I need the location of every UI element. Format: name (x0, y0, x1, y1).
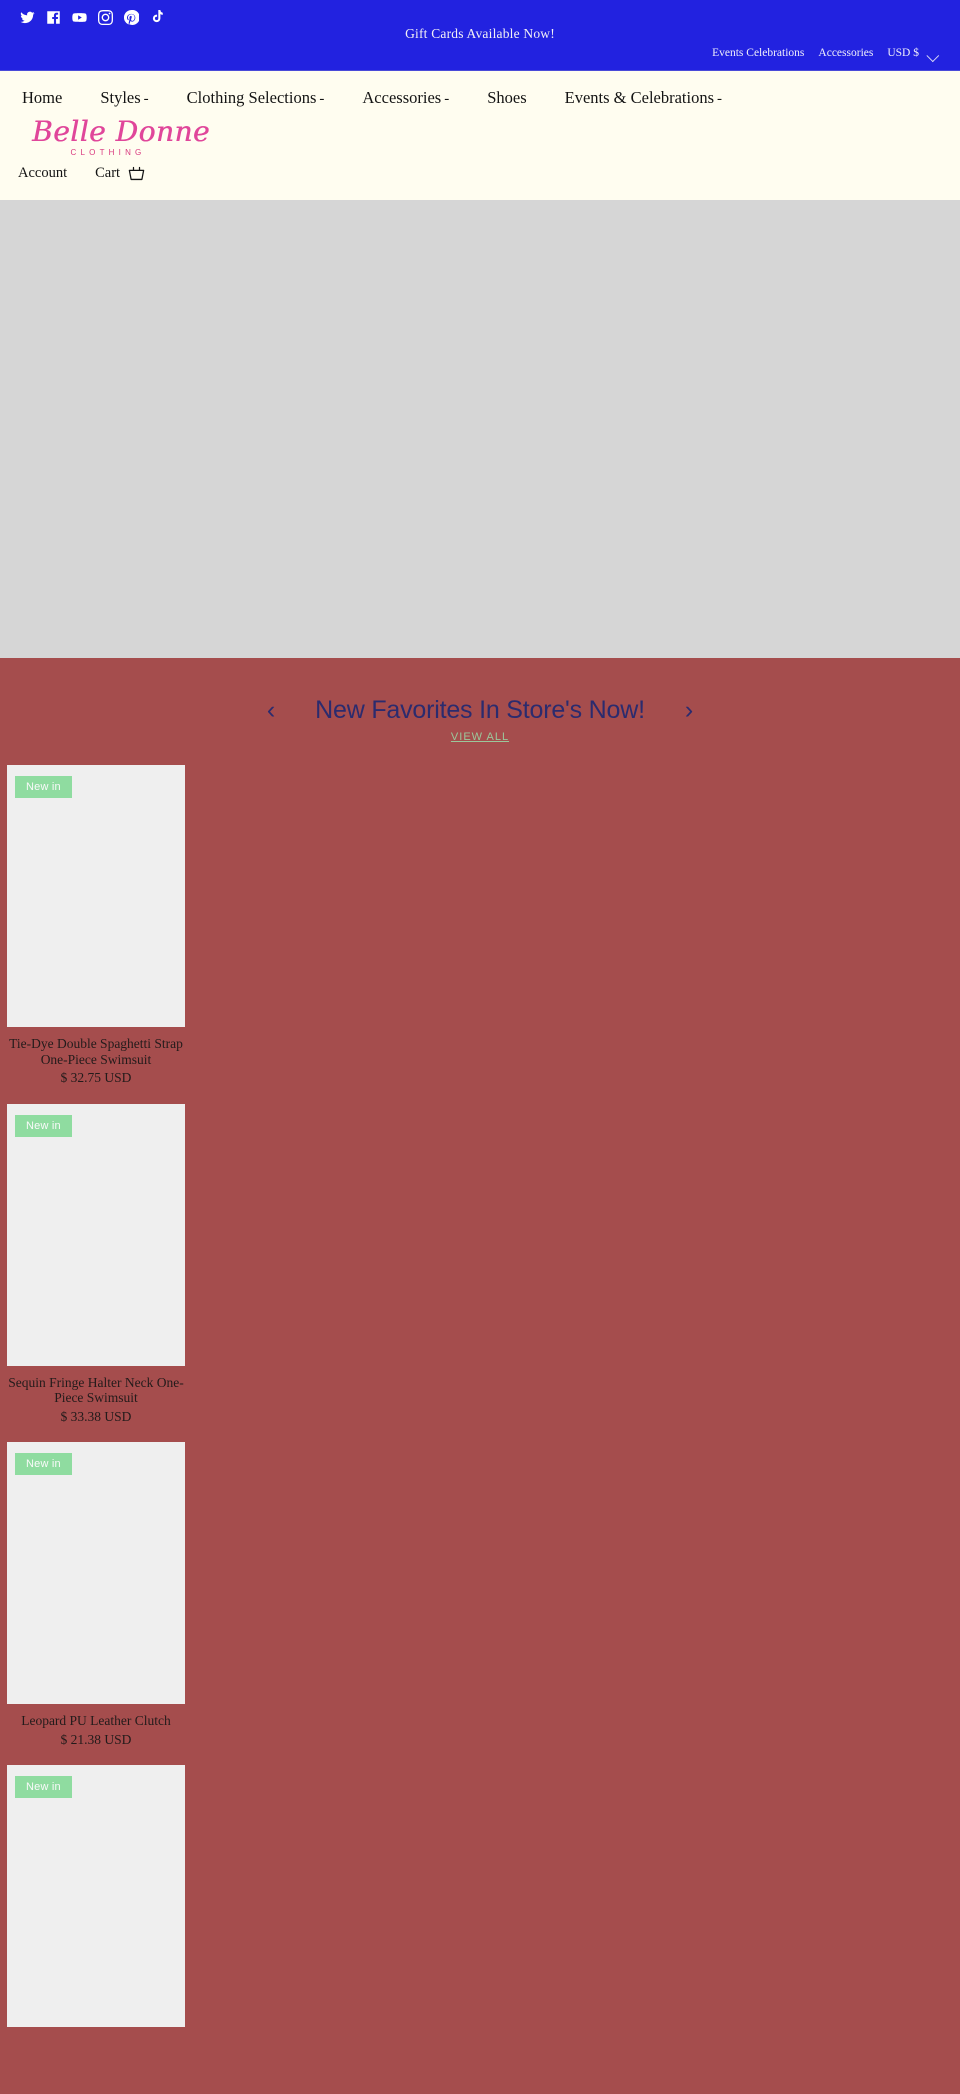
youtube-icon[interactable] (72, 10, 87, 25)
status-badge: New in (15, 1776, 72, 1799)
caret-icon: - (143, 91, 149, 107)
product-card[interactable]: New in Sequin Fringe Halter Neck One-Pie… (7, 1103, 185, 1425)
currency-selector[interactable]: USD $ (887, 45, 940, 63)
view-all-link[interactable]: VIEW ALL (0, 731, 960, 743)
product-price: $ 33.38 USD (60, 1408, 132, 1424)
nav-item-label: Accessories (362, 88, 442, 107)
nav-item-label: Home (22, 88, 63, 107)
product-title[interactable]: Tie-Dye Double Spaghetti Strap One-Piece… (7, 1036, 185, 1067)
product-price: $ 32.75 USD (60, 1070, 132, 1086)
shopping-basket-icon (127, 164, 146, 183)
featured-collection-section: ‹ New Favorites In Store's Now! › VIEW A… (0, 658, 960, 2094)
status-badge: New in (15, 1453, 72, 1476)
announcement-link-events[interactable]: Events Celebrations (712, 47, 804, 59)
status-badge: New in (15, 776, 72, 798)
product-image[interactable]: New in (7, 1103, 185, 1366)
cart-link[interactable]: Cart (95, 164, 146, 183)
account-link[interactable]: Account (18, 165, 67, 182)
logo-wordmark: Belle Donne (32, 115, 210, 148)
product-grid: New in Tie-Dye Double Spaghetti Strap On… (0, 743, 960, 2036)
nav-item-styles[interactable]: Styles - (100, 88, 148, 108)
product-info: Sequin Fringe Halter Neck One-Piece Swim… (7, 1366, 185, 1425)
announcement-utility-links: Events Celebrations Accessories USD $ (712, 45, 940, 63)
product-info (7, 2027, 185, 2036)
instagram-icon[interactable] (98, 9, 113, 25)
site-logo[interactable]: Belle Donne CLOTHING (0, 108, 960, 158)
product-title[interactable]: Sequin Fringe Halter Neck One-Piece Swim… (7, 1375, 185, 1406)
tiktok-icon[interactable] (150, 9, 165, 25)
product-card[interactable]: New in Leopard PU Leather Clutch $ 21.38… (7, 1442, 185, 1747)
product-info: Leopard PU Leather Clutch $ 21.38 USD (7, 1704, 185, 1747)
facebook-icon[interactable] (46, 10, 61, 25)
caret-icon: - (444, 91, 450, 107)
announcement-message: Gift Cards Available Now! (405, 26, 555, 41)
cart-label: Cart (95, 165, 121, 181)
pinterest-icon[interactable] (124, 9, 139, 25)
nav-item-label: Styles (100, 88, 141, 107)
site-header: Home Styles - Clothing Selections - Access… (0, 70, 960, 200)
main-navigation: Home Styles - Clothing Selections - Access… (0, 71, 960, 108)
utility-navigation: Account Cart (0, 157, 960, 183)
nav-item-home[interactable]: Home (22, 88, 62, 108)
status-badge: New in (15, 1114, 72, 1137)
nav-item-label: Events & Celebrations (564, 88, 715, 107)
nav-item-label: Shoes (487, 88, 527, 107)
hero-banner[interactable] (0, 200, 960, 658)
nav-item-events-celebrations[interactable]: Events & Celebrations - (565, 88, 722, 108)
nav-item-shoes[interactable]: Shoes (487, 88, 526, 108)
announcement-bar: Gift Cards Available Now! Events Celebra… (0, 0, 960, 70)
caret-icon: - (319, 91, 325, 107)
product-image[interactable]: New in (7, 1765, 185, 2028)
collection-title: New Favorites In Store's Now! (315, 696, 645, 724)
logo-tagline: CLOTHING (70, 148, 146, 157)
nav-item-clothing-selections[interactable]: Clothing Selections - (187, 88, 325, 108)
social-links (0, 0, 960, 26)
product-image[interactable]: New in (7, 1442, 185, 1705)
currency-label: USD $ (887, 47, 919, 59)
product-image[interactable]: New in (7, 765, 185, 1027)
product-info: Tie-Dye Double Spaghetti Strap One-Piece… (7, 1027, 185, 1086)
carousel-prev-button[interactable]: ‹ (267, 698, 275, 723)
collection-header: ‹ New Favorites In Store's Now! › VIEW A… (0, 658, 960, 743)
nav-item-accessories[interactable]: Accessories - (362, 88, 449, 108)
nav-item-label: Clothing Selections (186, 88, 317, 107)
product-price: $ 21.38 USD (60, 1731, 132, 1747)
product-card[interactable]: New in (7, 1765, 185, 2036)
announcement-link-accessories[interactable]: Accessories (818, 47, 873, 59)
caret-icon: - (717, 91, 723, 107)
product-title[interactable]: Leopard PU Leather Clutch (7, 1713, 185, 1729)
twitter-icon[interactable] (20, 10, 35, 25)
product-card[interactable]: New in Tie-Dye Double Spaghetti Strap On… (7, 765, 185, 1086)
carousel-next-button[interactable]: › (685, 698, 693, 723)
chevron-down-icon (926, 49, 940, 63)
